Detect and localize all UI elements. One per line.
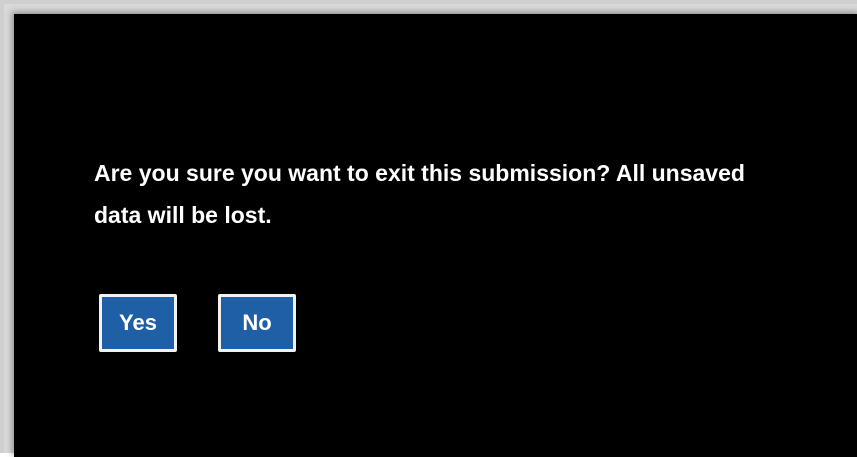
yes-button[interactable]: Yes bbox=[99, 294, 177, 352]
exit-confirmation-dialog: Are you sure you want to exit this submi… bbox=[14, 14, 857, 457]
window-frame: Are you sure you want to exit this submi… bbox=[0, 0, 857, 457]
dialog-message: Are you sure you want to exit this submi… bbox=[94, 160, 745, 228]
no-button[interactable]: No bbox=[218, 294, 296, 352]
